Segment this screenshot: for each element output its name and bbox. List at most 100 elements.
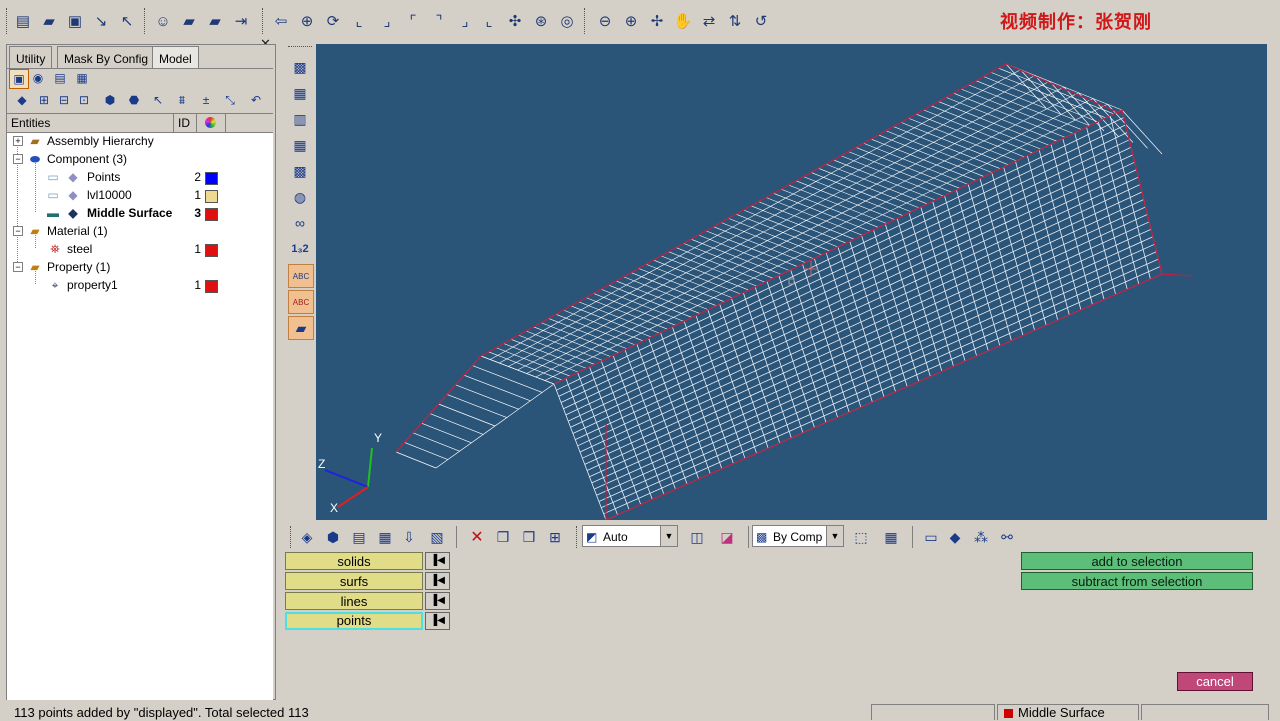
property-view-icon[interactable]: ▦: [73, 69, 91, 87]
component-icon[interactable]: ⬢: [322, 526, 344, 548]
label-clear-icon[interactable]: ABC: [288, 290, 314, 314]
plus-minus-icon[interactable]: ±: [197, 91, 215, 109]
view-bottom-icon[interactable]: ⌞: [478, 10, 500, 32]
visibility-icon[interactable]: ▭: [45, 170, 61, 184]
tree-row-material[interactable]: − ▰ Material (1): [7, 222, 273, 240]
color-swatch[interactable]: [205, 280, 218, 293]
add-to-selection-button[interactable]: add to selection: [1021, 552, 1253, 570]
model-user-icon[interactable]: ☺: [152, 10, 174, 32]
filter-lines-button[interactable]: lines: [285, 592, 423, 610]
zoom-out-icon[interactable]: ⊕: [620, 10, 642, 32]
tab-utility[interactable]: Utility: [9, 46, 53, 69]
save-icon[interactable]: ▣: [64, 10, 86, 32]
isolate-icon[interactable]: ⬣: [125, 91, 143, 109]
material-view-icon[interactable]: ▤: [51, 69, 69, 87]
layers-icon[interactable]: ❐: [492, 526, 514, 548]
collapse-toggle[interactable]: −: [13, 154, 23, 164]
material-icon[interactable]: ▤: [348, 526, 370, 548]
refresh-icon[interactable]: ⟳: [322, 10, 344, 32]
collapse-icon[interactable]: ⊟: [55, 91, 73, 109]
chevron-down-icon[interactable]: ▼: [660, 526, 677, 546]
binoculars-icon[interactable]: ∞: [288, 212, 312, 234]
plane-icon[interactable]: ▭: [920, 526, 942, 548]
grid-icon[interactable]: ⊞: [544, 526, 566, 548]
filter-points-button[interactable]: points: [285, 612, 423, 630]
cancel-button[interactable]: cancel: [1177, 672, 1253, 691]
find-icon[interactable]: ◎: [556, 10, 578, 32]
current-component-panel[interactable]: Middle Surface: [997, 704, 1139, 720]
tree-row-property[interactable]: − ▰ Property (1): [7, 258, 273, 276]
filter-solids-reset-icon[interactable]: ▐◀: [425, 552, 450, 570]
view-front-icon[interactable]: ⌜: [402, 10, 424, 32]
filter-points-reset-icon[interactable]: ▐◀: [425, 612, 450, 630]
property-icon[interactable]: ▦: [374, 526, 396, 548]
undo-view-icon[interactable]: ↺: [750, 10, 772, 32]
chevron-down-icon[interactable]: ▼: [826, 526, 843, 546]
numbering-icon[interactable]: 1₃2: [288, 238, 312, 260]
rotate-left-icon[interactable]: ⇦: [270, 10, 292, 32]
color-fill-icon[interactable]: ◪: [716, 526, 738, 548]
tree-row-points[interactable]: ▭ ◆ Points 2: [7, 168, 273, 186]
mirror-icon[interactable]: ⇅: [724, 10, 746, 32]
export-icon[interactable]: ⇥: [230, 10, 252, 32]
zoom-in-icon[interactable]: ⊖: [594, 10, 616, 32]
filter-lines-reset-icon[interactable]: ▐◀: [425, 592, 450, 610]
visibility-icon[interactable]: ▬: [45, 206, 61, 220]
flip-icon[interactable]: ⇄: [698, 10, 720, 32]
nodes-icon[interactable]: ⁂: [970, 526, 992, 548]
solid-cube-icon[interactable]: ◆: [944, 526, 966, 548]
folder-copy-icon[interactable]: ❒: [518, 526, 540, 548]
filter-icon[interactable]: ⩩: [173, 91, 191, 109]
visual-options-icon[interactable]: ▰: [288, 316, 314, 340]
color-swatch[interactable]: [205, 190, 218, 203]
label-abc-icon[interactable]: ABC: [288, 264, 314, 288]
collapse-toggle[interactable]: −: [13, 226, 23, 236]
id-column-header[interactable]: ID: [174, 114, 197, 132]
expand-icon[interactable]: ⊞: [35, 91, 53, 109]
tab-mask-by-config[interactable]: Mask By Config: [57, 46, 156, 69]
visibility-icon[interactable]: ▭: [45, 188, 61, 202]
import-arrow-icon[interactable]: ↘: [90, 10, 112, 32]
component-view-icon[interactable]: ▣: [9, 69, 29, 89]
feature-view-icon[interactable]: ▩: [288, 160, 312, 182]
shaded-view-icon[interactable]: ▩: [288, 56, 312, 78]
pointer-icon[interactable]: ⤡: [221, 91, 239, 109]
filter-solids-button[interactable]: solids: [285, 552, 423, 570]
collapse-toggle[interactable]: −: [13, 262, 23, 272]
tab-model[interactable]: Model: [152, 46, 199, 69]
tree-row-assembly-hierarchy[interactable]: + ▰ Assembly Hierarchy: [7, 132, 273, 150]
connectors-icon[interactable]: ⚯: [996, 526, 1018, 548]
mesh-view-icon[interactable]: ▥: [288, 108, 312, 130]
assembly-view-icon[interactable]: ◉: [29, 69, 47, 87]
tree-icon[interactable]: ⊡: [75, 91, 93, 109]
tree-row-middle-surface[interactable]: ▬ ◆ Middle Surface 3: [7, 204, 273, 222]
tree-row-component[interactable]: − ⬬ Component (3): [7, 150, 273, 168]
load-icon[interactable]: ⇩: [398, 526, 420, 548]
expand-toggle[interactable]: +: [13, 136, 23, 146]
rotate-icon[interactable]: ⊛: [530, 10, 552, 32]
view-left-icon[interactable]: ⌞: [348, 10, 370, 32]
undo-icon[interactable]: ↶: [247, 91, 265, 109]
color-swatch[interactable]: [205, 244, 218, 257]
folder-icon[interactable]: ▰: [204, 10, 226, 32]
entities-column-header[interactable]: Entities: [7, 114, 174, 132]
wireframe-icon[interactable]: ▦: [288, 134, 312, 156]
element-view-icon[interactable]: ▦: [288, 82, 312, 104]
filter-surfs-reset-icon[interactable]: ▐◀: [425, 572, 450, 590]
transparency-icon[interactable]: ◍: [288, 186, 312, 208]
view-back-icon[interactable]: ⌝: [428, 10, 450, 32]
delete-icon[interactable]: ✕: [466, 526, 488, 548]
show-icon[interactable]: ⬢: [101, 91, 119, 109]
folder-open-icon[interactable]: ▰: [178, 10, 200, 32]
shrink-icon[interactable]: ◫: [686, 526, 708, 548]
color-mode-select[interactable]: ▩ By Comp ▼: [752, 525, 844, 547]
new-file-icon[interactable]: ▤: [12, 10, 34, 32]
color-swatch[interactable]: [205, 208, 218, 221]
display-mode-select[interactable]: ◩ Auto ▼: [582, 525, 678, 547]
tree-row-steel[interactable]: ⛯ steel 1: [7, 240, 273, 258]
open-folder-icon[interactable]: ▰: [38, 10, 60, 32]
zoom-icon[interactable]: ⊕: [296, 10, 318, 32]
view-top-icon[interactable]: ⌟: [454, 10, 476, 32]
filter-surfs-button[interactable]: surfs: [285, 572, 423, 590]
tree-row-lvl10000[interactable]: ▭ ◆ lvl10000 1: [7, 186, 273, 204]
